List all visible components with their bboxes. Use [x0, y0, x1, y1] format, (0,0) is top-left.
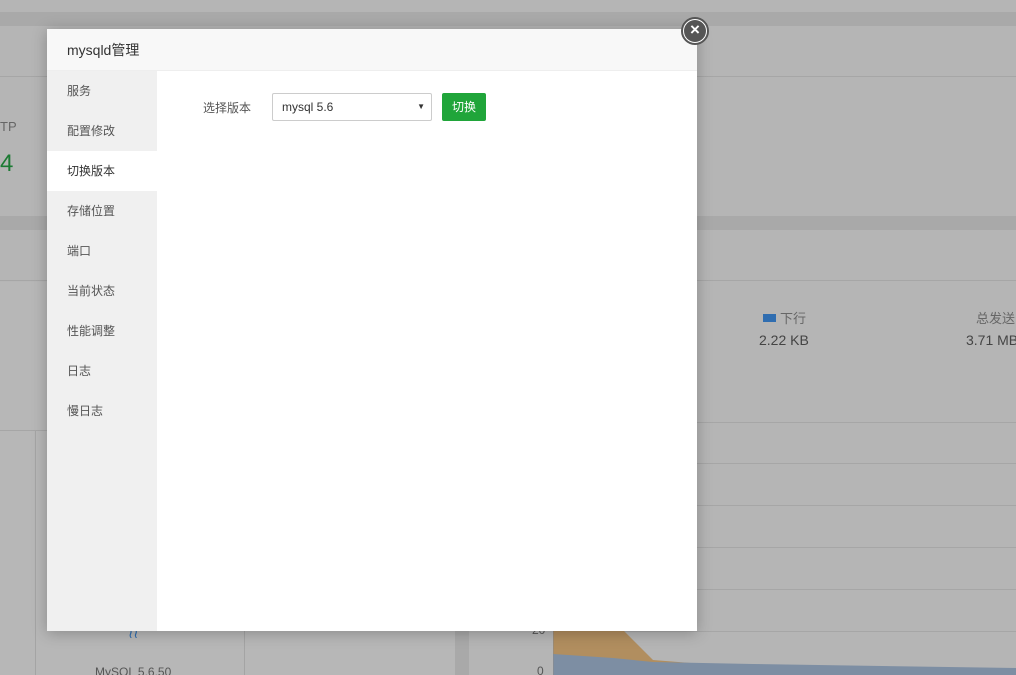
version-select[interactable]: mysql 5.6 ▼: [272, 93, 432, 121]
menu-item-status[interactable]: 当前状态: [47, 271, 157, 311]
menu-item-config[interactable]: 配置修改: [47, 111, 157, 151]
chart-tick: 0: [537, 664, 544, 675]
down-value: 2.22 KB: [759, 332, 809, 348]
dialog-body: 服务 配置修改 切换版本 存储位置 端口 当前状态 性能调整 日志 慢日志 选择…: [47, 71, 697, 631]
dropdown-arrow-icon: ▼: [417, 102, 425, 111]
close-icon: ×: [684, 20, 706, 42]
version-form: 选择版本 mysql 5.6 ▼ 切换: [203, 93, 487, 121]
ftp-label: TP: [0, 119, 17, 134]
switch-button[interactable]: 切换: [442, 93, 487, 121]
mysql-label: MySQL 5.6.50: [95, 665, 172, 675]
menu-item-switch-version[interactable]: 切换版本: [47, 151, 157, 191]
dialog-title: mysqld管理: [47, 29, 697, 71]
menu-item-performance[interactable]: 性能调整: [47, 311, 157, 351]
legend-down-label: 下行: [780, 311, 807, 326]
menu-item-port[interactable]: 端口: [47, 231, 157, 271]
mysqld-dialog: mysqld管理 服务 配置修改 切换版本 存储位置 端口 当前状态 性能调整 …: [47, 29, 697, 631]
version-label: 选择版本: [203, 100, 252, 115]
top-band: [0, 12, 1016, 26]
side-menu: 服务 配置修改 切换版本 存储位置 端口 当前状态 性能调整 日志 慢日志: [47, 71, 157, 631]
divider: [35, 430, 36, 675]
menu-item-service[interactable]: 服务: [47, 71, 157, 111]
menu-item-storage[interactable]: 存储位置: [47, 191, 157, 231]
total-sent-value: 3.71 MB: [966, 332, 1016, 348]
close-button[interactable]: ×: [681, 17, 709, 45]
legend-swatch: [763, 314, 776, 322]
legend-down: 下行: [763, 308, 806, 327]
version-select-value: mysql 5.6: [282, 100, 334, 114]
total-sent-label: 总发送: [976, 311, 1016, 326]
menu-item-slow-log[interactable]: 慢日志: [47, 391, 157, 431]
ftp-value: 4: [0, 150, 14, 177]
menu-item-log[interactable]: 日志: [47, 351, 157, 391]
switch-version-panel: 选择版本 mysql 5.6 ▼ 切换: [157, 71, 697, 631]
